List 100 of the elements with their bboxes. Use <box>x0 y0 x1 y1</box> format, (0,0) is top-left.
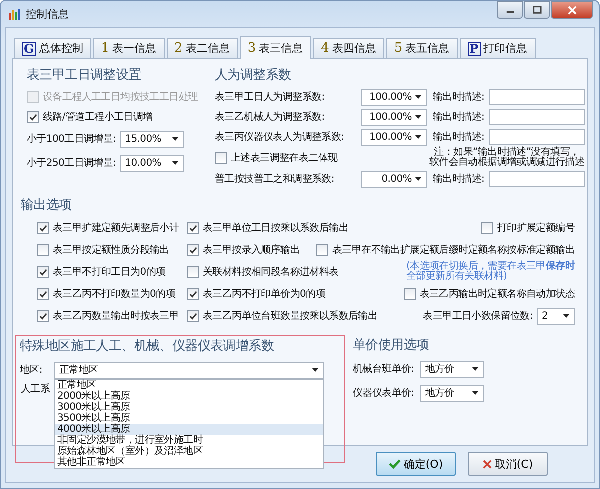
checkbox[interactable] <box>37 244 49 256</box>
checkbox[interactable] <box>316 244 328 256</box>
checkbox-label: 表三甲单位工日按乘以系数后输出 <box>203 222 349 235</box>
percent-dropdown[interactable]: 10.00% <box>120 154 184 172</box>
note-text: 软件会自动根据调增或调减进行描述 <box>429 158 585 168</box>
caret-icon <box>172 161 180 165</box>
digits-dropdown[interactable]: 2 <box>537 308 575 324</box>
field-label: 输出时描述: <box>433 172 485 186</box>
field-label: 小于250工日调增量: <box>27 156 116 170</box>
section-title: 人为调整系数 <box>215 67 292 85</box>
field-label: 机械台班单价: <box>353 362 414 376</box>
field-label: 人工系 <box>21 384 50 395</box>
checkbox[interactable] <box>27 111 39 123</box>
checkbox-label: 表三乙丙不打印单价为0的项 <box>203 288 326 301</box>
checkbox[interactable] <box>481 222 494 234</box>
checkbox[interactable] <box>37 288 49 300</box>
checkbox[interactable] <box>37 222 49 234</box>
description-field[interactable] <box>488 129 585 145</box>
field-label: 输出时描述: <box>433 90 485 104</box>
checkbox[interactable] <box>404 288 416 300</box>
dropdown-option[interactable]: 3000米以上高原 <box>55 402 324 412</box>
dropdown-option[interactable]: 正常地区 <box>55 380 324 390</box>
section-title: 表三甲工日调整设置 <box>27 67 142 85</box>
percent-dropdown[interactable]: 0.00% <box>361 170 427 188</box>
section-title: 特殊地区施工人工、机械、仪器仪表调增系数 <box>20 338 276 356</box>
cancel-button[interactable]: 取消(C) <box>468 452 548 476</box>
tab[interactable]: 5 表五信息 <box>386 38 458 58</box>
section-title: 单价使用选项 <box>353 337 430 355</box>
caret-icon <box>415 177 422 181</box>
checkbox[interactable] <box>37 266 49 278</box>
field-label: 普工按技普工之和调整系数: <box>215 172 336 186</box>
window-title: 控制信息 <box>26 6 69 22</box>
checkbox-label: 表三甲扩建定额先调整后小计 <box>53 222 180 235</box>
percent-dropdown[interactable]: 100.00% <box>361 88 427 106</box>
caret-icon <box>415 95 422 99</box>
caret-icon <box>172 137 180 141</box>
checkbox-label: 表三甲按定额性质分段输出 <box>53 244 170 257</box>
dropdown-option[interactable]: 3500米以上高原 <box>55 412 324 424</box>
field-label: 表三甲工日人为调整系数: <box>215 90 326 104</box>
checkbox[interactable] <box>187 310 199 322</box>
percent-dropdown[interactable]: 100.00% <box>361 108 427 126</box>
description-field[interactable] <box>488 109 585 125</box>
tab[interactable]: 2 表二信息 <box>166 38 238 58</box>
price-dropdown[interactable]: 地方价 <box>420 360 484 378</box>
tab[interactable]: 4 表四信息 <box>313 38 384 58</box>
percent-dropdown[interactable]: 15.00% <box>120 130 184 148</box>
minimize-button[interactable] <box>497 1 523 19</box>
hint-text: (本选项在切换后，需要在表三甲保存时 <box>406 262 575 272</box>
tab[interactable]: 3 表三信息 <box>240 36 312 59</box>
region-dropdown[interactable]: 正常地区 <box>54 362 324 378</box>
checkbox-label: 表三甲不打印工日为0的项 <box>53 266 166 279</box>
checkbox[interactable] <box>187 288 199 300</box>
dropdown-option[interactable]: 2000米以上高原 <box>55 390 324 402</box>
close-button[interactable] <box>551 1 593 19</box>
field-label: 表三乙机械人为调整系数: <box>215 110 326 124</box>
checkbox[interactable] <box>187 244 199 256</box>
checkbox-label: 上述表三调整在表二体现 <box>231 152 338 165</box>
field-label: 仪器仪表单价: <box>353 386 414 400</box>
dropdown-option[interactable]: 原始森林地区（室外）及沼泽地区 <box>55 446 324 456</box>
checkbox[interactable] <box>187 222 199 234</box>
checkbox-label: 表三乙丙不打印数量为0的项 <box>53 288 176 301</box>
checkmark-icon <box>388 459 401 469</box>
caret-icon <box>415 135 422 139</box>
close-icon <box>482 460 492 468</box>
checkbox[interactable] <box>187 266 199 278</box>
caret-icon <box>312 368 320 372</box>
close-icon <box>568 6 576 14</box>
tab[interactable]: P 打印信息 <box>460 38 536 58</box>
field-label: 小于100工日调增量: <box>27 132 116 146</box>
dropdown-option[interactable]: 非固定沙漠地带，进行室外施工时 <box>55 434 324 446</box>
note-text: 注：如果“输出时描述”没有填写， <box>434 148 580 158</box>
field-label: 输出时描述: <box>433 130 485 144</box>
checkbox-label: 表三乙丙单位台班数量按乘以系数后输出 <box>203 310 378 323</box>
checkbox-label: 设备工程人工工日均按技工工日处理 <box>43 90 198 104</box>
ok-button[interactable]: 确定(O) <box>376 452 456 476</box>
checkbox-label: 表三乙丙数量输出时按表三甲 <box>53 310 180 323</box>
checkbox[interactable] <box>215 152 227 164</box>
maximize-icon <box>532 6 542 14</box>
dropdown-option[interactable]: 其他非正常地区 <box>55 456 324 468</box>
caret-icon <box>415 115 422 119</box>
field-label: 表三甲工日小数保留位数: <box>423 310 533 323</box>
caret-icon <box>472 391 480 395</box>
checkbox-label: 打印扩展定额编号 <box>497 222 575 235</box>
maximize-button[interactable] <box>524 1 550 19</box>
checkbox-label: 关联材料按相同段名称进材料表 <box>203 266 339 279</box>
description-field[interactable] <box>488 171 585 187</box>
percent-dropdown[interactable]: 100.00% <box>361 128 427 146</box>
dropdown-option[interactable]: 4000米以上高原 <box>55 424 324 434</box>
tab[interactable]: 1 表一信息 <box>93 38 165 58</box>
description-field[interactable] <box>488 89 585 105</box>
checkbox-label: 线路/管道工程小工日调增 <box>43 110 153 124</box>
field-label: 表三丙仪器仪表人为调整系数: <box>215 130 346 144</box>
checkbox[interactable] <box>37 310 49 322</box>
caret-icon <box>563 314 570 318</box>
checkbox-label: 表三乙丙输出时定额名称自动加状态 <box>420 288 575 301</box>
hint-text: 全部更新所有关联材料) <box>406 272 508 282</box>
field-label: 输出时描述: <box>433 110 485 124</box>
checkbox-label: 表三甲按录入顺序输出 <box>203 244 300 257</box>
price-dropdown[interactable]: 地方价 <box>420 384 484 402</box>
tab[interactable]: G 总体控制 <box>14 38 92 58</box>
